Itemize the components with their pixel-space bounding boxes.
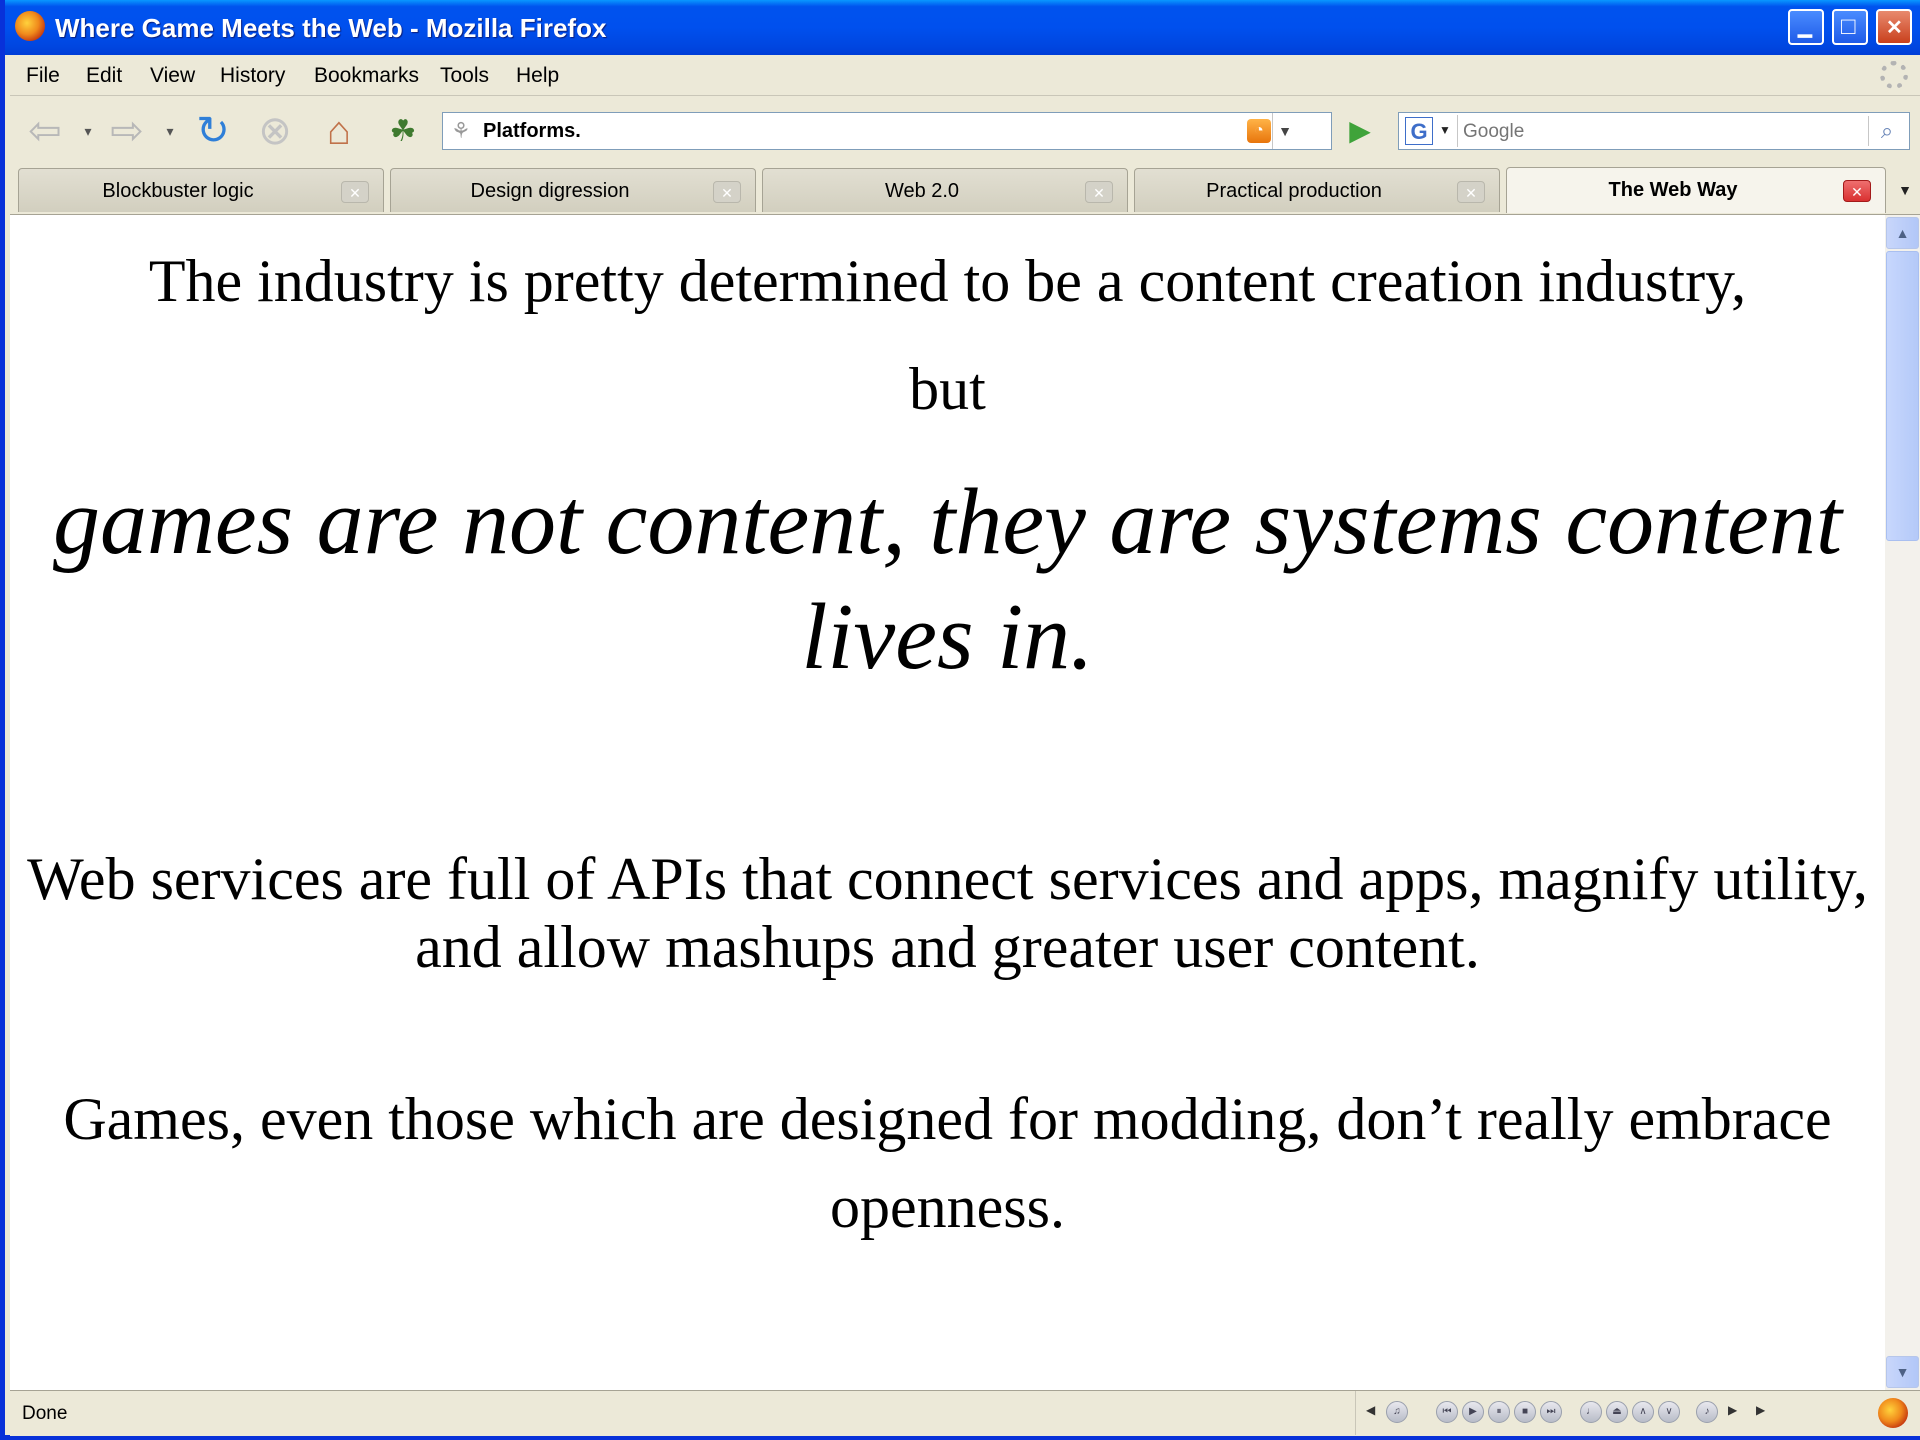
address-dropdown-button[interactable]: ▼ [1272, 113, 1297, 149]
title-bar[interactable]: Where Game Meets the Web - Mozilla Firef… [5, 0, 1920, 55]
tab-practical-production[interactable]: Practical production ✕ [1134, 168, 1500, 212]
tab-label: Web 2.0 [884, 180, 960, 202]
go-button[interactable]: ▶ [1340, 112, 1380, 150]
home-icon: ⌂ [326, 108, 352, 153]
search-bar: G ▼ ⌕ [1398, 112, 1910, 150]
forward-history-dropdown[interactable]: ▾ [162, 108, 178, 154]
window-title: Where Game Meets the Web - Mozilla Firef… [55, 13, 607, 43]
search-icon[interactable]: ⌕ [1868, 116, 1905, 146]
minimize-button[interactable]: ▁ [1788, 9, 1824, 45]
scroll-up-button[interactable]: ▲ [1886, 217, 1919, 249]
menu-history[interactable]: History [220, 64, 285, 88]
forward-arrow-icon: ⇨ [110, 109, 144, 153]
maximize-icon: □ [1841, 13, 1856, 40]
browser-window: Where Game Meets the Web - Mozilla Firef… [0, 0, 1920, 1440]
media-player-controls: ◀ ♫ ⏮ ▶ ⏸ ■ ⏭ ♩ ⏏ ∧ ∨ ♪ ▶ ▶ [1355, 1391, 1876, 1435]
tab-close-icon[interactable]: ✕ [341, 181, 369, 203]
leaf-icon: ☘ [389, 114, 417, 148]
close-window-button[interactable]: ✕ [1876, 9, 1912, 45]
tab-blockbuster-logic[interactable]: Blockbuster logic ✕ [18, 168, 384, 212]
navigation-toolbar: ⇦ ▾ ⇨ ▾ ↻ ⊗ ⌂ ☘ ⚘ Platforms. ◔ ▼ ▶ G ▼ ⌕ [10, 96, 1920, 166]
stop-button[interactable]: ⊗ [252, 108, 298, 154]
tab-strip: Blockbuster logic ✕ Design digression ✕ … [10, 166, 1920, 215]
media-menu-arrow-icon[interactable]: ▶ [1756, 1403, 1765, 1417]
scrollbar-thumb[interactable] [1886, 251, 1919, 541]
forward-button[interactable]: ⇨ [104, 108, 150, 154]
tab-design-digression[interactable]: Design digression ✕ [390, 168, 756, 212]
play-icon[interactable]: ▶ [1462, 1401, 1484, 1423]
reload-button[interactable]: ↻ [190, 108, 236, 154]
firefox-status-icon [1878, 1398, 1908, 1428]
chevron-down-icon: ▼ [1439, 123, 1451, 137]
search-engine-selector[interactable]: G ▼ [1401, 115, 1458, 147]
menu-help[interactable]: Help [516, 64, 559, 88]
slide-line-2: but [909, 356, 986, 422]
menu-bookmarks[interactable]: Bookmarks [314, 64, 419, 88]
rss-feed-icon[interactable]: ◔ [1247, 119, 1271, 143]
firefox-logo-icon [15, 11, 45, 41]
stop-media-icon[interactable]: ■ [1514, 1401, 1536, 1423]
slide-emphasis-text: games are not content, they are systems … [52, 470, 1843, 689]
google-engine-icon: G [1405, 117, 1433, 145]
music-note-icon[interactable]: ♫ [1386, 1401, 1408, 1423]
menu-bar: File Edit View History Bookmarks Tools H… [10, 55, 1920, 96]
media-prev-arrow-icon[interactable]: ◀ [1366, 1403, 1375, 1417]
tab-list-dropdown-button[interactable]: ▼ [1890, 168, 1920, 212]
address-text[interactable]: Platforms. [483, 120, 581, 143]
close-icon: ✕ [1886, 17, 1903, 39]
reload-icon: ↻ [196, 109, 230, 153]
go-arrow-icon: ▶ [1349, 115, 1371, 146]
menu-tools[interactable]: Tools [440, 64, 489, 88]
previous-track-icon[interactable]: ⏮ [1436, 1401, 1458, 1423]
tab-the-web-way[interactable]: The Web Way ✕ [1506, 167, 1886, 213]
tab-label: Practical production [1206, 180, 1382, 202]
tab-close-icon[interactable]: ✕ [1843, 180, 1871, 202]
leaf-extension-button[interactable]: ☘ [380, 108, 426, 154]
pause-icon[interactable]: ⏸ [1488, 1401, 1510, 1423]
vertical-scrollbar[interactable]: ▲ ▼ [1885, 215, 1920, 1390]
page-content: The industry is pretty determined to be … [10, 215, 1885, 1390]
tab-close-icon[interactable]: ✕ [1085, 181, 1113, 203]
tab-label: Blockbuster logic [102, 180, 254, 202]
address-bar[interactable]: ⚘ Platforms. ◔ ▼ [442, 112, 1332, 150]
status-bar: Done ◀ ♫ ⏮ ▶ ⏸ ■ ⏭ ♩ ⏏ ∧ ∨ ♪ ▶ ▶ [10, 1390, 1920, 1436]
home-button[interactable]: ⌂ [316, 108, 362, 154]
slide-paragraph-web-services: Web services are full of APIs that conne… [27, 846, 1868, 980]
menu-view[interactable]: View [150, 64, 195, 88]
speaker-icon[interactable]: ♪ [1696, 1401, 1718, 1423]
slide-line-1: The industry is pretty determined to be … [148, 248, 1747, 314]
minimize-icon: ▁ [1798, 17, 1812, 37]
tab-label: The Web Way [1608, 179, 1738, 201]
menu-edit[interactable]: Edit [86, 64, 122, 88]
slide-paragraph-games: Games, even those which are designed for… [63, 1086, 1832, 1240]
maximize-button[interactable]: □ [1832, 9, 1868, 45]
next-track-icon[interactable]: ⏭ [1540, 1401, 1562, 1423]
back-button[interactable]: ⇦ [22, 108, 68, 154]
volume-down-icon[interactable]: ∨ [1658, 1401, 1680, 1423]
media-note-icon[interactable]: ♩ [1580, 1401, 1602, 1423]
throbber-icon [1880, 61, 1908, 89]
back-history-dropdown[interactable]: ▾ [80, 108, 96, 154]
scroll-down-button[interactable]: ▼ [1886, 1356, 1919, 1388]
back-arrow-icon: ⇦ [28, 109, 62, 153]
tab-label: Design digression [470, 180, 630, 202]
tab-web-2-0[interactable]: Web 2.0 ✕ [762, 168, 1128, 212]
media-next-arrow-icon[interactable]: ▶ [1728, 1403, 1737, 1417]
stop-icon: ⊗ [258, 109, 292, 153]
menu-file[interactable]: File [26, 64, 60, 88]
site-favicon-icon: ⚘ [451, 118, 471, 143]
status-text: Done [22, 1403, 68, 1424]
volume-up-icon[interactable]: ∧ [1632, 1401, 1654, 1423]
search-input[interactable] [1461, 116, 1845, 148]
tab-close-icon[interactable]: ✕ [713, 181, 741, 203]
tab-close-icon[interactable]: ✕ [1457, 181, 1485, 203]
eject-icon[interactable]: ⏏ [1606, 1401, 1628, 1423]
